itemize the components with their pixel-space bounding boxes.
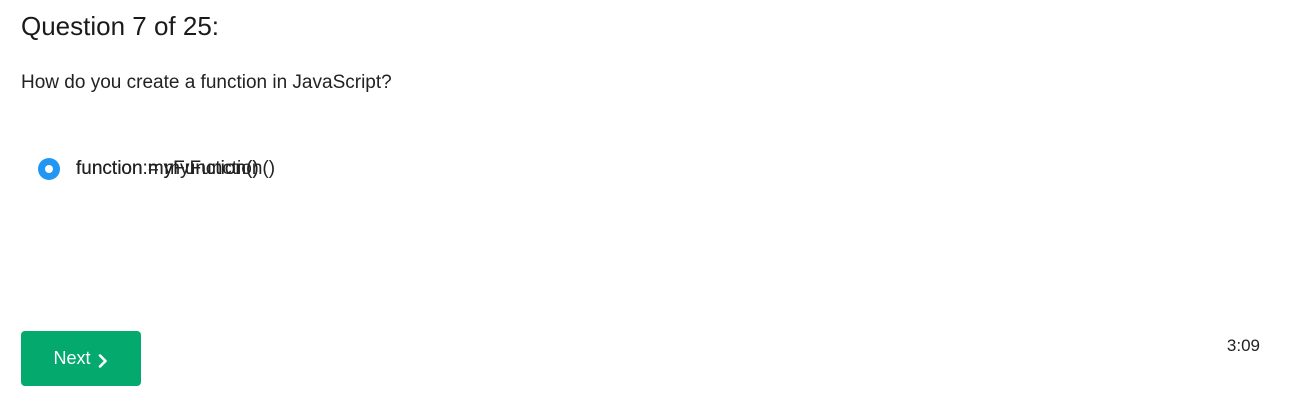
next-button[interactable]: Next [21,331,141,386]
answer-option-label: function myFunction() [76,158,259,179]
chevron-right-icon [97,352,109,368]
quiz-timer: 3:09 [1226,336,1260,355]
next-button-label: Next [53,348,91,368]
question-title: Question 7 of 25: [21,11,220,41]
question-text: How do you create a function in JavaScri… [21,72,392,93]
radio-button[interactable] [38,158,60,180]
